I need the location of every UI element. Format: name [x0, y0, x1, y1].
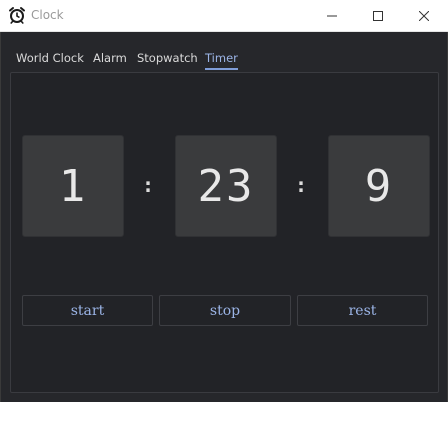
seconds-value: 9: [364, 160, 394, 212]
stop-button[interactable]: stop: [159, 295, 291, 326]
close-button[interactable]: [401, 0, 447, 31]
seconds-display: 9: [328, 135, 430, 237]
tab-timer[interactable]: Timer: [205, 51, 238, 70]
reset-button[interactable]: rest: [297, 295, 428, 326]
timer-panel: 1 : 23 : 9 start stop rest: [10, 72, 439, 393]
maximize-icon: [373, 10, 383, 21]
minutes-value: 23: [197, 160, 255, 212]
alarm-clock-icon: [8, 6, 26, 24]
minimize-icon: [327, 11, 337, 21]
hours-value: 1: [58, 160, 88, 212]
minutes-display: 23: [175, 135, 277, 237]
time-separator: :: [295, 173, 308, 197]
maximize-button[interactable]: [355, 0, 401, 31]
client-area: World Clock Alarm Stopwatch Timer 1 : 23…: [0, 32, 448, 402]
hours-display: 1: [22, 135, 124, 237]
clock-window: Clock World Clock Alarm Stopwatch Timer: [0, 0, 448, 423]
tab-world-clock[interactable]: World Clock: [16, 51, 84, 65]
active-tab-indicator: [205, 68, 238, 70]
window-title: Clock: [31, 8, 64, 22]
title-bar[interactable]: Clock: [0, 0, 448, 32]
close-icon: [419, 10, 429, 21]
minimize-button[interactable]: [309, 0, 355, 31]
time-separator: :: [142, 173, 155, 197]
tab-alarm[interactable]: Alarm: [93, 51, 127, 65]
tab-stopwatch[interactable]: Stopwatch: [137, 51, 198, 65]
window-bottom-edge: [0, 402, 448, 423]
tab-timer-label: Timer: [205, 51, 238, 65]
start-button[interactable]: start: [22, 295, 153, 326]
